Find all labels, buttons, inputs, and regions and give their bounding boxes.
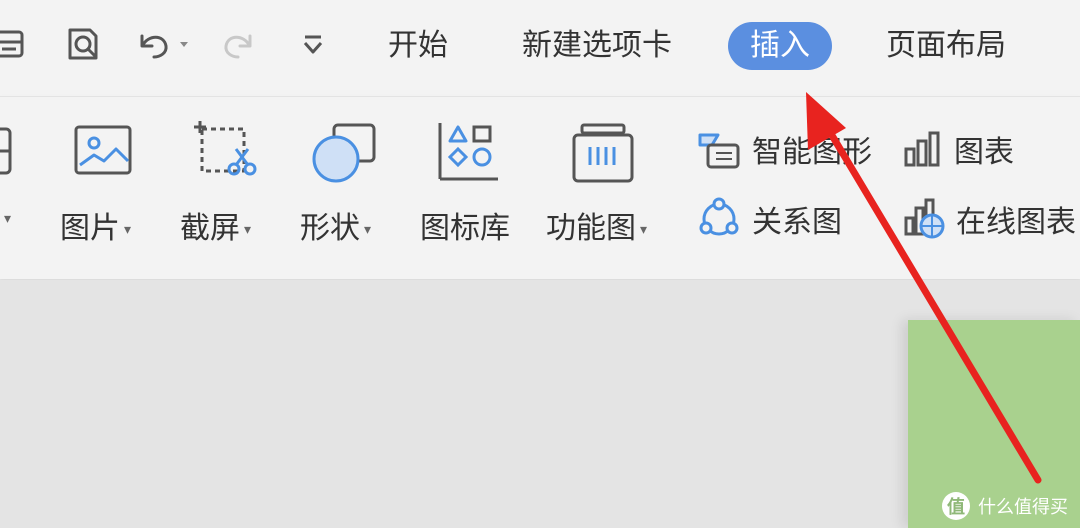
relationship-chart-label: 关系图 — [752, 205, 842, 240]
function-chart-tool[interactable]: 功能图 ▾ — [546, 97, 670, 279]
screenshot-icon — [194, 121, 257, 176]
redo-icon[interactable] — [218, 24, 262, 64]
insert-ribbon: ▾ 图片 ▾ 截屏 ▾ 形状 ▾ 图标库 功能图 ▾ 智能图形 关系图 图表 在… — [0, 96, 1080, 279]
screenshot-tool[interactable]: 截屏 ▾ — [180, 97, 270, 279]
function-chart-tool-label: 功能图 ▾ — [546, 211, 648, 246]
table-tool[interactable]: ▾ — [0, 97, 26, 279]
online-chart-label: 在线图表 — [956, 205, 1076, 240]
icon-library-tool[interactable]: 图标库 — [420, 97, 520, 279]
table-tool-caret-icon[interactable]: ▾ — [4, 211, 11, 227]
watermark-text: 什么值得买 — [978, 497, 1068, 518]
tab-start[interactable]: 开始 — [388, 22, 448, 70]
icon-library-icon — [438, 123, 498, 181]
online-chart-tool[interactable]: 在线图表 — [902, 195, 1076, 243]
print-preview-icon[interactable] — [64, 24, 104, 64]
shapes-icon — [312, 123, 376, 183]
online-chart-icon — [904, 198, 945, 239]
screenshot-tool-label: 截屏 ▾ — [180, 211, 252, 246]
undo-icon[interactable] — [132, 24, 196, 64]
customize-toolbar-icon[interactable] — [298, 24, 328, 64]
tab-new-tab[interactable]: 新建选项卡 — [522, 22, 672, 70]
smart-graphic-icon — [698, 133, 740, 169]
chart-tool[interactable]: 图表 — [902, 125, 1014, 173]
icon-library-tool-label: 图标库 — [420, 211, 510, 246]
chart-label: 图表 — [954, 135, 1014, 170]
smart-graphic-label: 智能图形 — [752, 135, 872, 170]
picture-tool-label: 图片 ▾ — [60, 211, 132, 246]
chart-icon — [904, 131, 940, 167]
shapes-tool[interactable]: 形状 ▾ — [300, 97, 390, 279]
picture-tool[interactable]: 图片 ▾ — [60, 97, 150, 279]
watermark: 值 什么值得买 — [942, 492, 1068, 520]
tab-page-layout[interactable]: 页面布局 — [886, 22, 1006, 70]
relationship-chart-tool[interactable]: 关系图 — [696, 195, 842, 243]
print-icon[interactable] — [0, 24, 30, 64]
function-chart-icon — [572, 123, 634, 183]
tab-insert[interactable]: 插入 — [728, 22, 832, 70]
picture-icon — [74, 125, 132, 175]
shapes-tool-label: 形状 ▾ — [300, 211, 372, 246]
watermark-logo-icon: 值 — [942, 492, 970, 520]
title-tab-bar: 开始 新建选项卡 插入 页面布局 — [0, 0, 1080, 96]
relationship-chart-icon — [699, 197, 739, 236]
smart-graphic-tool[interactable]: 智能图形 — [696, 125, 872, 173]
